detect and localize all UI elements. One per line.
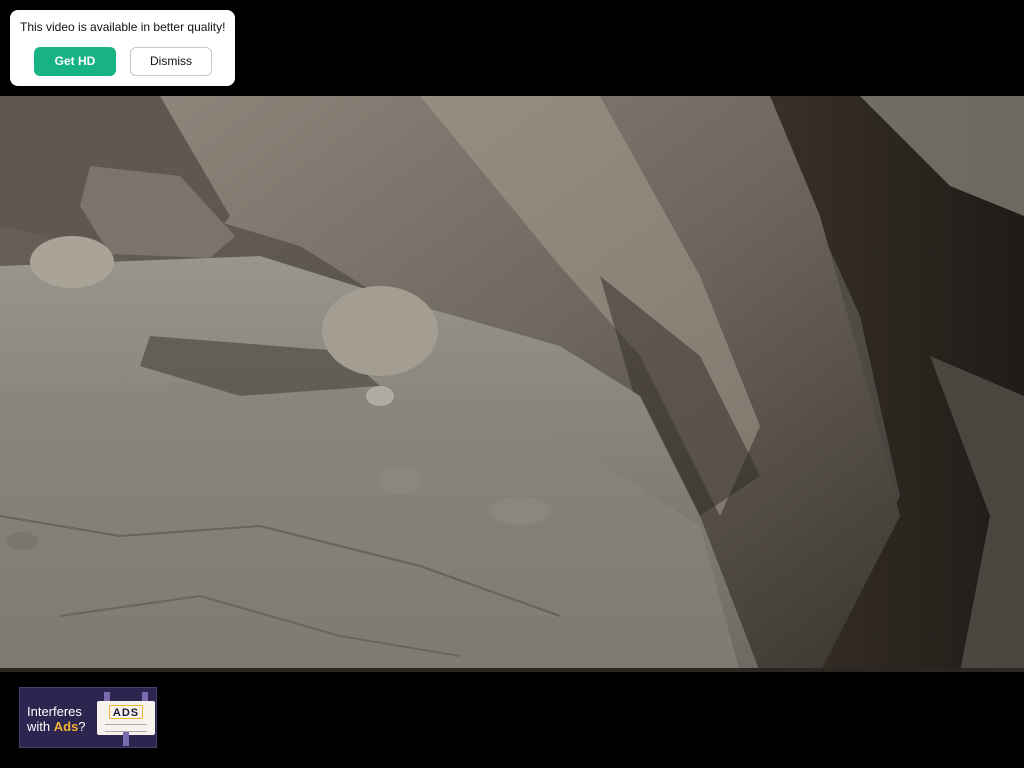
ad-line-1: Interferes <box>27 704 82 719</box>
ad-text: Interferes with Ads? <box>27 704 86 734</box>
video-frame-image <box>0 96 1024 672</box>
get-hd-button[interactable]: Get HD <box>34 47 116 76</box>
ad-sign-lines <box>105 724 147 732</box>
ad-banner[interactable]: Interferes with Ads? ADS <box>19 687 157 748</box>
ad-sign-icon: ADS <box>97 692 155 746</box>
ad-line-2-suffix: ? <box>78 719 86 734</box>
ad-line-2-prefix: with <box>27 719 54 734</box>
ad-sign-word: ADS <box>109 705 143 719</box>
ad-line-2-highlight: Ads <box>53 719 79 734</box>
video-page: This video is available in better qualit… <box>0 0 1024 768</box>
ad-sign-post <box>123 732 129 746</box>
ad-line-2: with Ads? <box>27 719 86 734</box>
dismiss-button[interactable]: Dismiss <box>130 47 212 76</box>
ad-sign-board: ADS <box>97 701 155 735</box>
popup-message: This video is available in better qualit… <box>20 20 226 34</box>
hd-quality-popup: This video is available in better qualit… <box>10 10 235 86</box>
video-player[interactable] <box>0 96 1024 672</box>
